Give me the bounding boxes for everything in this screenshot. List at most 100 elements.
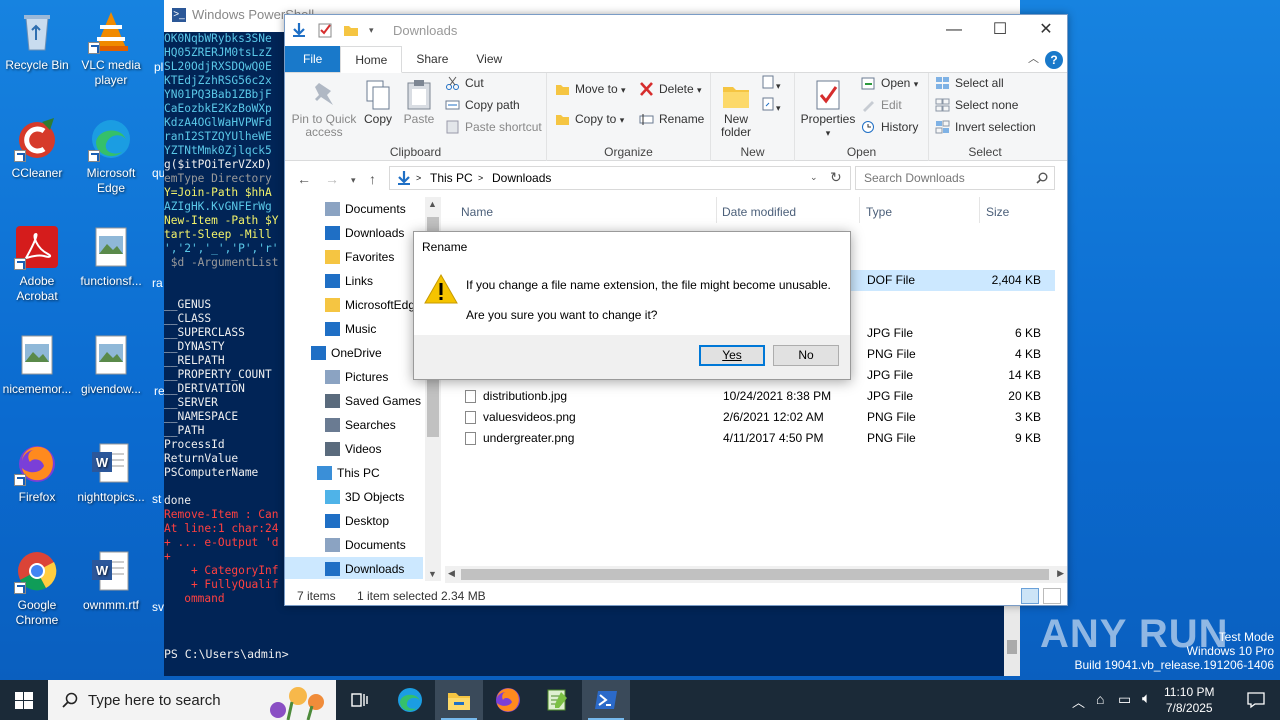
nav-item[interactable]: Desktop <box>325 509 389 533</box>
action-center-button[interactable] <box>1232 680 1280 720</box>
taskbar-powershell[interactable] <box>582 680 630 720</box>
desktop-icon-chrome[interactable]: Google Chrome <box>0 548 74 628</box>
edit-button[interactable]: Edit <box>861 95 902 115</box>
open-button[interactable]: Open ▾ <box>861 73 918 93</box>
task-view-button[interactable] <box>336 680 384 720</box>
breadcrumb-this-pc[interactable]: This PC <box>430 171 473 185</box>
nav-item[interactable]: Videos <box>325 437 381 461</box>
nav-item[interactable]: Downloads <box>325 221 404 245</box>
collapse-ribbon-icon[interactable]: ︿ <box>1028 50 1039 66</box>
search-input[interactable]: Search Downloads <box>855 166 1055 190</box>
no-button[interactable]: No <box>773 345 839 366</box>
cut-button[interactable]: Cut <box>445 73 484 93</box>
desktop-icon-vlc[interactable]: VLC media player <box>74 8 148 88</box>
desktop-icon-image-file[interactable]: functionsf... <box>74 224 148 289</box>
minimize-button[interactable]: — <box>931 15 977 45</box>
close-button[interactable]: ✕ <box>1023 15 1069 45</box>
powershell-prompt[interactable]: PS C:\Users\admin> <box>164 647 289 661</box>
properties-quick-icon[interactable] <box>317 22 333 38</box>
desktop-icon-adobe-acrobat[interactable]: Adobe Acrobat <box>0 224 74 304</box>
column-header-date[interactable]: Date modified <box>722 205 796 219</box>
taskbar-firefox[interactable] <box>484 680 532 720</box>
scroll-left-icon[interactable]: ◀ <box>448 568 455 579</box>
column-header-size[interactable]: Size <box>986 205 1009 219</box>
scroll-down-icon[interactable]: ▼ <box>428 569 437 579</box>
select-all-button[interactable]: Select all <box>935 73 1004 93</box>
up-arrow-icon[interactable]: ↑ <box>369 171 376 187</box>
desktop-icon-edge[interactable]: Microsoft Edge <box>74 116 148 196</box>
select-none-button[interactable]: Select none <box>935 95 1018 115</box>
tab-home[interactable]: Home <box>340 46 403 73</box>
column-divider[interactable] <box>979 197 980 223</box>
new-folder-button[interactable]: New folder <box>715 77 757 139</box>
taskbar-notepad-plus[interactable] <box>533 680 581 720</box>
desktop-icon-firefox[interactable]: Firefox <box>0 440 74 505</box>
details-view-icon[interactable] <box>1021 588 1039 604</box>
forward-arrow-icon[interactable]: → <box>325 171 339 187</box>
copy-to-button[interactable]: Copy to ▾ <box>555 109 624 129</box>
scroll-up-icon[interactable]: ▲ <box>428 199 437 209</box>
desktop-icon-word-doc[interactable]: W nighttopics... <box>74 440 148 505</box>
explorer-titlebar[interactable]: ▾ Downloads — ☐ ✕ <box>285 15 1067 47</box>
nav-item[interactable]: Links <box>325 269 373 293</box>
desktop-icon-word-doc[interactable]: W ownmm.rtf <box>74 548 148 613</box>
history-button[interactable]: History <box>861 117 918 137</box>
new-folder-quick-icon[interactable] <box>343 22 359 38</box>
volume-icon[interactable]: 🔈︎ <box>1142 690 1151 707</box>
recent-locations-chevron-icon[interactable]: ▾ <box>351 175 356 186</box>
nav-item[interactable]: Downloads <box>285 557 423 579</box>
column-divider[interactable] <box>716 197 717 223</box>
nav-item[interactable]: MicrosoftEdge <box>325 293 422 317</box>
file-row[interactable]: valuesvideos.png 2/6/2021 12:02 AM PNG Fil… <box>455 407 1055 428</box>
address-bar[interactable]: > This PC > Downloads ⌄ ↻ <box>389 166 851 190</box>
customize-qat-chevron-icon[interactable]: ▾ <box>369 25 374 36</box>
nav-item[interactable]: Searches <box>325 413 396 437</box>
scroll-right-icon[interactable]: ▶ <box>1057 568 1064 579</box>
nav-item[interactable]: 3D Objects <box>325 485 404 509</box>
maximize-button[interactable]: ☐ <box>977 15 1023 45</box>
nav-item[interactable]: This PC <box>317 461 380 485</box>
nav-item[interactable]: Favorites <box>325 245 394 269</box>
file-row[interactable]: undergreater.png 4/11/2017 4:50 PM PNG Fil… <box>455 428 1055 449</box>
large-icons-view-icon[interactable] <box>1043 588 1061 604</box>
address-dropdown-chevron-icon[interactable]: ⌄ <box>810 172 818 183</box>
copy-path-button[interactable]: Copy path <box>445 95 520 115</box>
nav-item[interactable]: Saved Games <box>325 389 421 413</box>
tab-share[interactable]: Share <box>402 46 462 72</box>
nav-item[interactable]: Documents <box>325 533 406 557</box>
file-row[interactable]: distributionb.jpg 10/24/2021 8:38 PM JPG F… <box>455 386 1055 407</box>
network-status-icon[interactable]: ⌂ <box>1096 691 1104 707</box>
new-item-button[interactable]: ▾ <box>761 75 781 95</box>
invert-selection-button[interactable]: Invert selection <box>935 117 1036 137</box>
easy-access-button[interactable]: ▾ <box>761 97 781 117</box>
breadcrumb-downloads[interactable]: Downloads <box>492 171 551 185</box>
horizontal-scrollbar[interactable]: ◀ ▶ <box>445 566 1067 583</box>
paste-shortcut-button[interactable]: Paste shortcut <box>445 117 542 137</box>
start-button[interactable] <box>0 680 48 720</box>
network-icon[interactable]: ▭ <box>1118 691 1131 708</box>
taskbar-edge[interactable] <box>386 680 434 720</box>
desktop-icon-ccleaner[interactable]: CCleaner <box>0 116 74 181</box>
move-to-button[interactable]: Move to ▾ <box>555 79 626 99</box>
copy-button[interactable]: Copy <box>361 77 395 126</box>
help-button[interactable]: ? <box>1045 51 1063 69</box>
scrollbar-thumb[interactable] <box>1007 640 1017 654</box>
properties-button[interactable]: Properties ▾ <box>799 77 857 140</box>
nav-item[interactable]: Documents <box>325 197 406 221</box>
taskbar-file-explorer[interactable] <box>435 680 483 720</box>
yes-button[interactable]: Yes <box>699 345 765 366</box>
tab-file[interactable]: File <box>285 46 341 72</box>
nav-item[interactable]: Pictures <box>325 365 388 389</box>
powershell-scrollbar[interactable] <box>1004 600 1020 676</box>
pin-to-quick-access-button[interactable]: Pin to Quick access <box>289 77 359 139</box>
refresh-icon[interactable]: ↻ <box>830 169 842 186</box>
delete-button[interactable]: Delete ▾ <box>639 79 702 99</box>
taskbar-search-box[interactable]: Type here to search <box>48 680 336 720</box>
scrollbar-thumb[interactable] <box>461 569 1049 580</box>
nav-item[interactable]: OneDrive <box>311 341 382 365</box>
rename-button[interactable]: Rename <box>639 109 704 129</box>
back-arrow-icon[interactable]: ← <box>297 171 311 187</box>
column-header-name[interactable]: Name <box>461 205 493 219</box>
column-header-type[interactable]: Type <box>866 205 892 219</box>
desktop-icon-image-file[interactable]: nicememor... <box>0 332 74 397</box>
